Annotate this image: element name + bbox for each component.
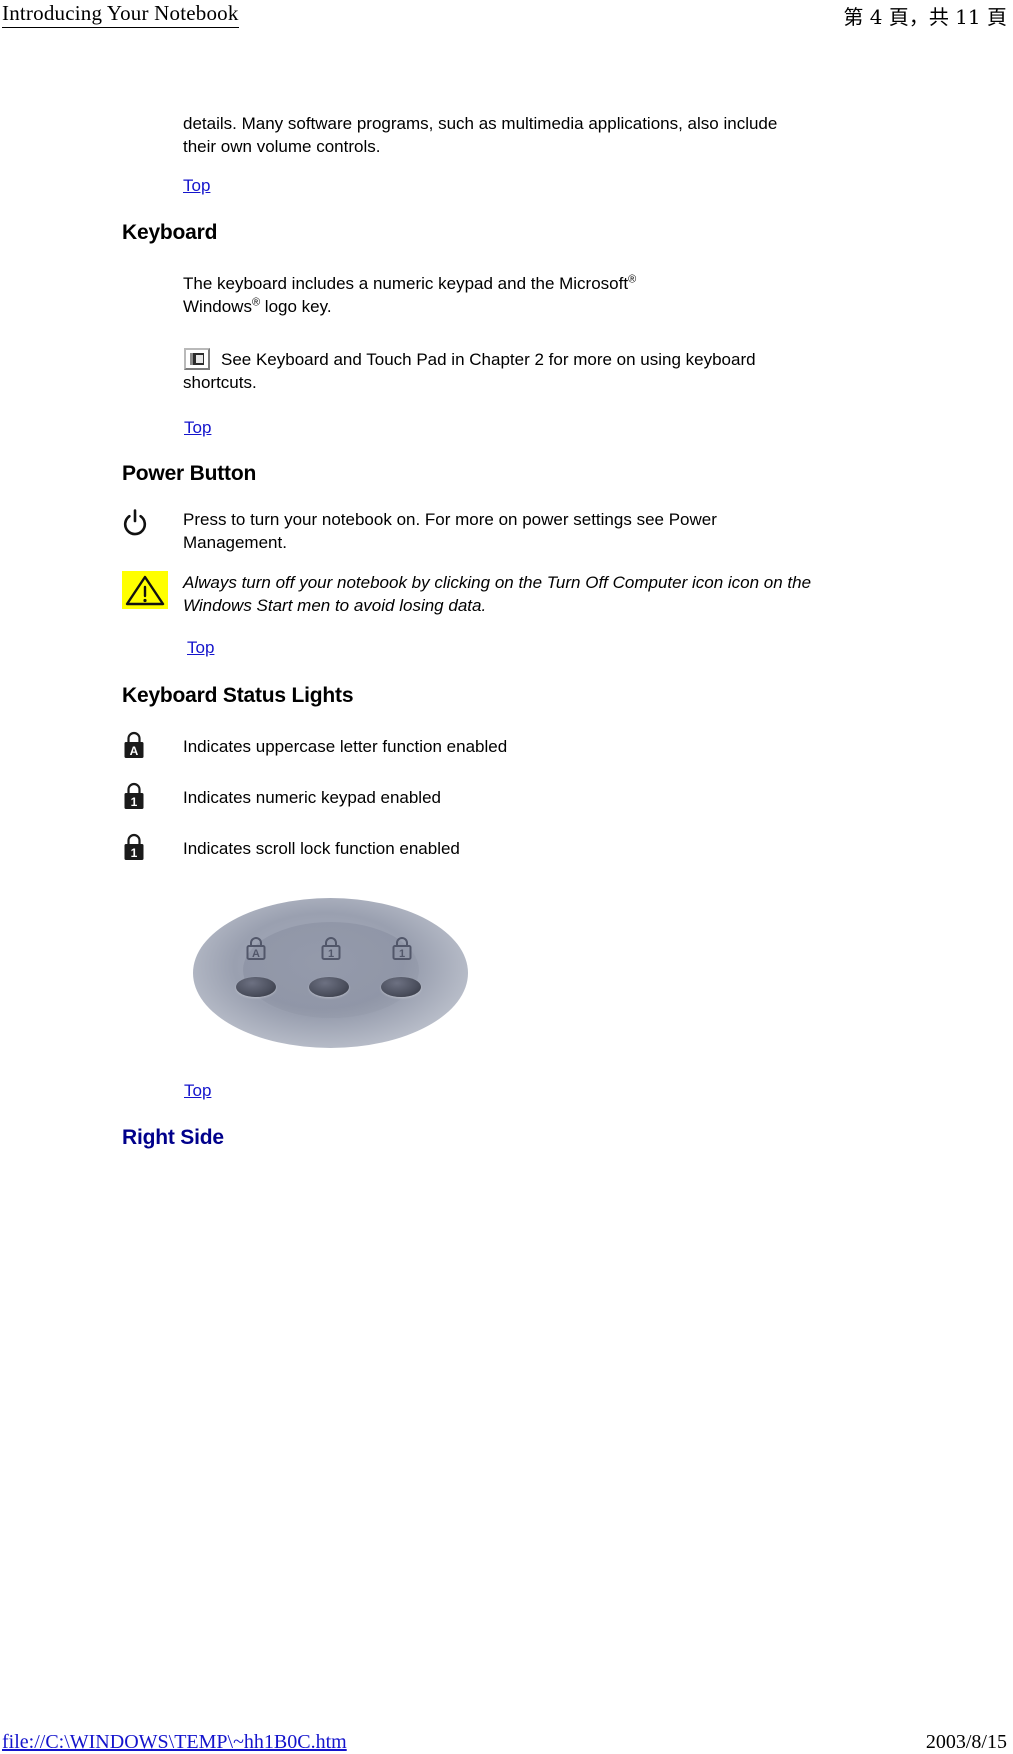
photo-glyph-scroll: 1 (392, 937, 412, 960)
document-title: Introducing Your Notebook (2, 1, 239, 28)
photo-glyph-caps: A (246, 937, 266, 960)
heading-status-lights: Keyboard Status Lights (122, 684, 354, 707)
scroll-lock-icon: 1 (124, 833, 144, 860)
photo-led-1 (236, 977, 276, 997)
svg-text:1: 1 (328, 948, 334, 960)
top-link-4[interactable]: Top (184, 1081, 211, 1101)
page-header: Introducing Your Notebook 第 4 頁，共 11 頁 (0, 0, 1013, 34)
svg-text:A: A (130, 744, 139, 758)
photo-glyph-num: 1 (321, 937, 341, 960)
keyboard-text-2: logo key. (260, 297, 332, 316)
power-icon (123, 509, 147, 536)
heading-right-side: Right Side (122, 1126, 224, 1149)
registered-mark-2: ® (251, 296, 261, 309)
power-button-text: Press to turn your notebook on. For more… (183, 510, 717, 552)
registered-mark-1: ® (628, 273, 637, 286)
top-link-1[interactable]: Top (183, 176, 210, 196)
photo-led-3 (381, 977, 421, 997)
footer-date: 2003/8/15 (925, 1731, 1007, 1753)
keyboard-paragraph: The keyboard includes a numeric keypad a… (183, 272, 803, 318)
top-link-3[interactable]: Top (187, 638, 214, 658)
keyboard-note-text: See Keyboard and Touch Pad in Chapter 2 … (183, 350, 756, 392)
power-caution-text: Always turn off your notebook by clickin… (183, 573, 812, 615)
status-light-label-1: Indicates uppercase letter function enab… (183, 737, 508, 756)
intro-paragraph: details. Many software programs, such as… (183, 114, 778, 156)
num-lock-icon: 1 (124, 782, 144, 809)
page-footer: file://C:\WINDOWS\TEMP\~hh1B0C.htm 2003/… (0, 1718, 1013, 1754)
heading-power-button: Power Button (122, 462, 257, 485)
keyboard-text-windows: Windows (183, 297, 252, 316)
photo-led-2 (309, 977, 349, 997)
top-link-2[interactable]: Top (184, 418, 211, 438)
status-lights-photo: A 1 1 (193, 898, 468, 1048)
status-light-label-3: Indicates scroll lock function enabled (183, 839, 460, 858)
warning-triangle-icon (122, 571, 168, 609)
page-indicator: 第 4 頁，共 11 頁 (843, 5, 1007, 29)
keyboard-text-1: The keyboard includes a numeric keypad a… (183, 274, 629, 293)
caps-lock-icon: A (124, 731, 144, 758)
svg-text:A: A (252, 948, 260, 960)
status-light-label-2: Indicates numeric keypad enabled (183, 788, 441, 807)
svg-text:1: 1 (131, 795, 138, 809)
svg-text:1: 1 (399, 948, 405, 960)
heading-keyboard: Keyboard (122, 221, 218, 244)
svg-text:1: 1 (131, 846, 138, 860)
footer-file-path[interactable]: file://C:\WINDOWS\TEMP\~hh1B0C.htm (2, 1731, 347, 1754)
